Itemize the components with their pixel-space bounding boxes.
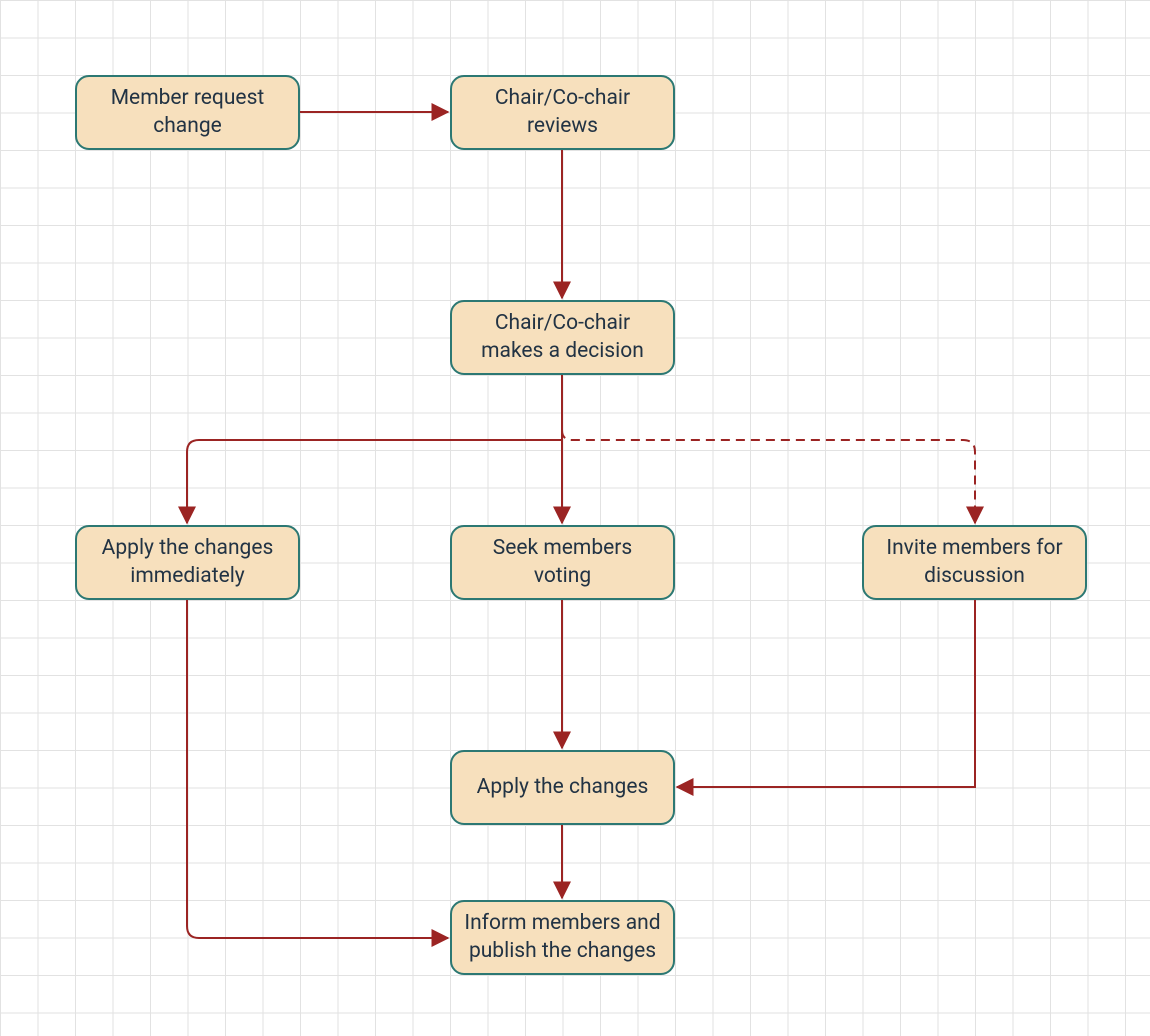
node-label: Inform members and publish the changes [462,910,663,965]
node-label: Seek members voting [462,535,663,590]
nodes-layer: Member request change Chair/Co-chair rev… [0,0,1150,1036]
node-label: Member request change [87,85,288,140]
node-seek-voting: Seek members voting [450,525,675,600]
node-apply-changes: Apply the changes [450,750,675,825]
node-inform-publish: Inform members and publish the changes [450,900,675,975]
diagram-canvas: Member request change Chair/Co-chair rev… [0,0,1150,1036]
node-member-request: Member request change [75,75,300,150]
node-label: Apply the changes [477,774,649,801]
node-label: Chair/Co-chair reviews [462,85,663,140]
node-chair-reviews: Chair/Co-chair reviews [450,75,675,150]
node-label: Apply the changes immediately [87,535,288,590]
node-invite-discussion: Invite members for discussion [862,525,1087,600]
node-chair-decision: Chair/Co-chair makes a decision [450,300,675,375]
node-label: Chair/Co-chair makes a decision [462,310,663,365]
node-apply-immediately: Apply the changes immediately [75,525,300,600]
node-label: Invite members for discussion [874,535,1075,590]
